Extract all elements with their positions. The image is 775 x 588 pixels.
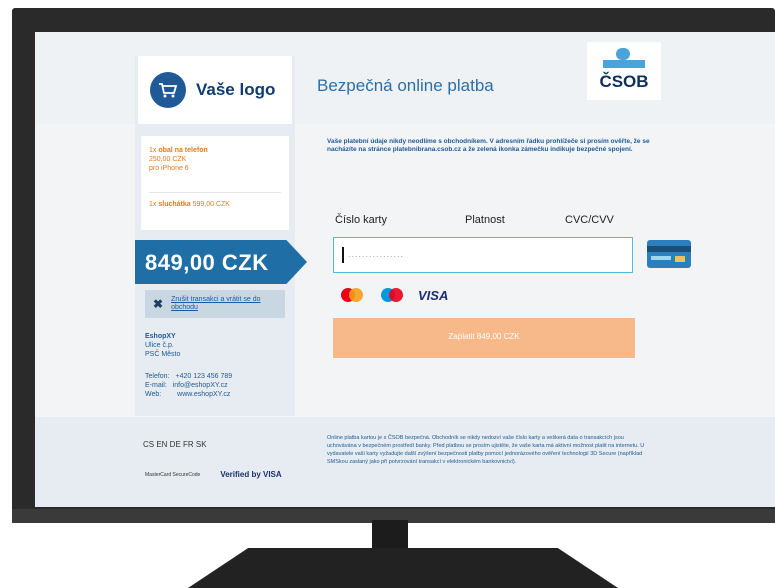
monitor-screen: Vaše logo Bezpečná online platba ČSOB 1x… xyxy=(35,32,775,507)
maestro-icon xyxy=(381,288,403,302)
cart-item: 1x sluchátka 599,00 CZK xyxy=(149,201,230,208)
monitor-stand-base xyxy=(188,548,618,588)
mastercard-icon xyxy=(341,288,363,302)
cart-item: 1x obal na telefon 250,00 CZK pro iPhone… xyxy=(149,147,208,172)
visa-logo: VISA xyxy=(418,287,449,303)
merchant-email-link[interactable]: info@eshopXY.cz xyxy=(173,382,228,389)
credit-card-icon xyxy=(647,240,691,268)
cart-panel: 1x obal na telefon 250,00 CZK pro iPhone… xyxy=(141,136,289,230)
language-selector[interactable]: CS EN DE FR SK xyxy=(143,440,207,449)
security-logos: MasterCard SecureCode Verified by VISA xyxy=(145,470,282,479)
shopping-cart-icon xyxy=(150,72,186,108)
total-amount-banner: 849,00 CZK xyxy=(135,240,307,284)
cancel-transaction-button[interactable]: ✖ Zrušit transakci a vrátit se do obchod… xyxy=(145,290,285,318)
text-cursor xyxy=(342,247,344,263)
security-notice: Vaše platební údaje nikdy neodlíme s obc… xyxy=(327,138,650,153)
card-number-label: Číslo karty xyxy=(335,214,387,226)
divider xyxy=(149,192,281,193)
page-title: Bezpečná online platba xyxy=(317,76,494,95)
csob-mark-icon xyxy=(603,48,645,68)
bank-name: ČSOB xyxy=(599,72,649,91)
card-brands: VISA xyxy=(338,287,448,303)
close-icon: ✖ xyxy=(153,297,164,311)
footer-security-text: Online platba kartou je s ČSOB bezpečná.… xyxy=(327,435,645,465)
pay-button[interactable]: Zaplatit 849,00 CZK xyxy=(333,318,635,358)
merchant-address: EshopXY Ulice č.p. PSČ Město xyxy=(145,333,181,358)
monitor-stand-neck xyxy=(372,520,408,550)
logo-label: Vaše logo xyxy=(196,80,276,99)
merchant-logo: Vaše logo xyxy=(138,56,292,124)
cancel-transaction-link[interactable]: Zrušit transakci a vrátit se do obchodu xyxy=(171,296,271,312)
merchant-contact: Telefon: +420 123 456 789 E-mail: info@e… xyxy=(145,373,233,398)
verified-by-visa-logo: Verified by VISA xyxy=(220,470,282,479)
pay-button-label: Zaplatit 849,00 CZK xyxy=(448,332,520,341)
total-amount: 849,00 CZK xyxy=(145,250,269,275)
merchant-web-link[interactable]: www.eshopXY.cz xyxy=(177,391,230,398)
cvc-label: CVC/CVV xyxy=(565,214,614,226)
card-number-placeholder: ................ xyxy=(348,249,405,259)
mastercard-securecode-logo: MasterCard SecureCode xyxy=(145,471,201,478)
card-number-input[interactable]: ................ xyxy=(333,237,633,273)
expiry-label: Platnost xyxy=(465,214,505,226)
bank-logo: ČSOB xyxy=(587,42,661,100)
